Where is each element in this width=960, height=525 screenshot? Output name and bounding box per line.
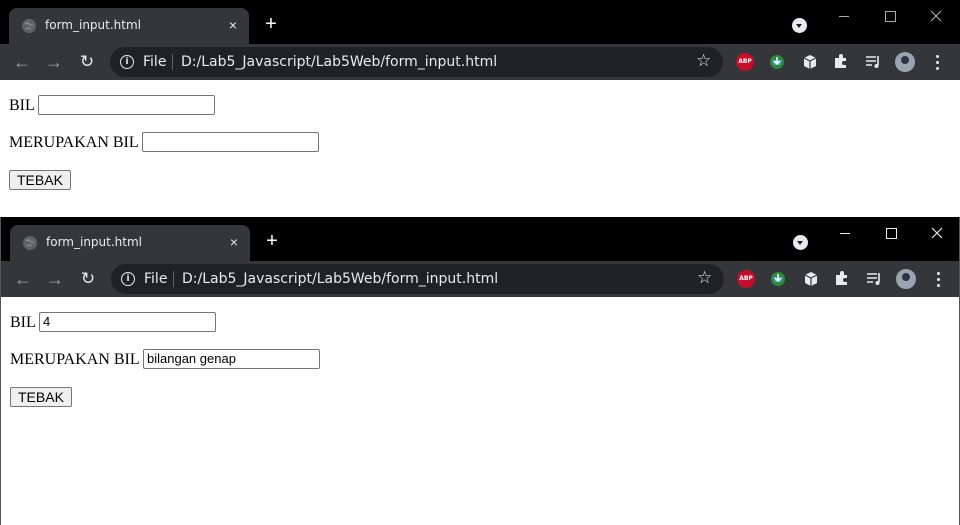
page-content: BIL 4 MERUPAKAN BIL bilangan genap TEBAK bbox=[1, 297, 959, 525]
close-window-button[interactable] bbox=[913, 0, 959, 30]
download-manager-icon[interactable] bbox=[768, 53, 786, 71]
address-bar[interactable]: i File D:/Lab5_Javascript/Lab5Web/form_i… bbox=[111, 264, 724, 294]
forward-button[interactable]: → bbox=[44, 268, 66, 290]
bil-label: BIL bbox=[9, 97, 35, 114]
browser-window-1: form_input.html × + ← → ↻ i File D:/Lab5… bbox=[0, 0, 960, 217]
close-window-button[interactable] bbox=[914, 217, 959, 247]
info-icon[interactable]: i bbox=[120, 55, 134, 69]
download-manager-icon[interactable] bbox=[769, 270, 787, 288]
bil-input[interactable]: 4 bbox=[39, 312, 216, 332]
maximize-button[interactable] bbox=[867, 0, 913, 30]
close-icon bbox=[930, 10, 942, 22]
url-text[interactable]: D:/Lab5_Javascript/Lab5Web/form_input.ht… bbox=[181, 54, 497, 70]
reload-button[interactable]: ↻ bbox=[76, 51, 98, 73]
result-label: MERUPAKAN BIL bbox=[10, 351, 140, 368]
page-content: BIL MERUPAKAN BIL TEBAK bbox=[0, 80, 960, 217]
new-tab-button[interactable]: + bbox=[262, 14, 280, 34]
minimize-button[interactable] bbox=[821, 0, 867, 30]
divider bbox=[172, 54, 173, 70]
adblock-plus-icon[interactable]: ABP bbox=[736, 53, 754, 71]
tab-close-icon[interactable]: × bbox=[226, 234, 242, 250]
maximize-icon bbox=[885, 227, 897, 239]
browser-menu-icon[interactable] bbox=[930, 53, 944, 71]
cube-extension-icon[interactable] bbox=[802, 270, 820, 288]
tab-title: form_input.html bbox=[45, 18, 141, 32]
browser-toolbar: ← → ↻ i File D:/Lab5_Javascript/Lab5Web/… bbox=[0, 44, 960, 80]
adblock-plus-icon[interactable]: ABP bbox=[737, 270, 755, 288]
result-input[interactable] bbox=[142, 132, 319, 152]
bil-input[interactable] bbox=[38, 95, 215, 115]
extensions-puzzle-icon[interactable] bbox=[833, 270, 851, 288]
url-text[interactable]: D:/Lab5_Javascript/Lab5Web/form_input.ht… bbox=[182, 271, 498, 287]
browser-tab[interactable]: form_input.html × bbox=[10, 225, 250, 261]
result-input[interactable]: bilangan genap bbox=[143, 349, 320, 369]
tebak-button[interactable]: TEBAK bbox=[9, 170, 71, 190]
reload-button[interactable]: ↻ bbox=[77, 268, 99, 290]
minimize-icon bbox=[840, 232, 850, 234]
scheme-label: File bbox=[144, 271, 168, 287]
title-bar: form_input.html × + bbox=[1, 217, 959, 261]
media-control-icon[interactable] bbox=[864, 53, 882, 71]
back-button[interactable]: ← bbox=[11, 51, 33, 73]
maximize-button[interactable] bbox=[868, 217, 914, 247]
tebak-button[interactable]: TEBAK bbox=[10, 387, 72, 407]
tab-title: form_input.html bbox=[46, 235, 142, 249]
minimize-icon bbox=[839, 15, 849, 17]
profile-avatar[interactable] bbox=[895, 52, 915, 72]
bookmark-star-icon[interactable]: ☆ bbox=[697, 268, 712, 288]
title-bar: form_input.html × + bbox=[0, 0, 960, 44]
bookmark-star-icon[interactable]: ☆ bbox=[696, 51, 711, 71]
bil-label: BIL bbox=[10, 314, 36, 331]
cube-extension-icon[interactable] bbox=[801, 53, 819, 71]
globe-icon bbox=[23, 236, 37, 250]
tab-search-icon[interactable] bbox=[792, 18, 807, 33]
tab-close-icon[interactable]: × bbox=[225, 17, 241, 33]
close-icon bbox=[931, 227, 943, 239]
browser-toolbar: ← → ↻ i File D:/Lab5_Javascript/Lab5Web/… bbox=[1, 261, 959, 297]
divider bbox=[173, 271, 174, 287]
browser-window-2: form_input.html × + ← → ↻ i File D:/Lab5… bbox=[0, 217, 960, 525]
scheme-label: File bbox=[143, 54, 167, 70]
maximize-icon bbox=[884, 10, 896, 22]
media-control-icon[interactable] bbox=[865, 270, 883, 288]
browser-menu-icon[interactable] bbox=[931, 270, 945, 288]
profile-avatar[interactable] bbox=[896, 269, 916, 289]
tab-search-icon[interactable] bbox=[793, 235, 808, 250]
forward-button[interactable]: → bbox=[43, 51, 65, 73]
back-button[interactable]: ← bbox=[12, 268, 34, 290]
new-tab-button[interactable]: + bbox=[263, 231, 281, 251]
globe-icon bbox=[22, 19, 36, 33]
minimize-button[interactable] bbox=[822, 217, 868, 247]
browser-tab[interactable]: form_input.html × bbox=[9, 8, 249, 44]
address-bar[interactable]: i File D:/Lab5_Javascript/Lab5Web/form_i… bbox=[110, 47, 723, 77]
extensions-puzzle-icon[interactable] bbox=[832, 53, 850, 71]
info-icon[interactable]: i bbox=[121, 272, 135, 286]
result-label: MERUPAKAN BIL bbox=[9, 134, 139, 151]
